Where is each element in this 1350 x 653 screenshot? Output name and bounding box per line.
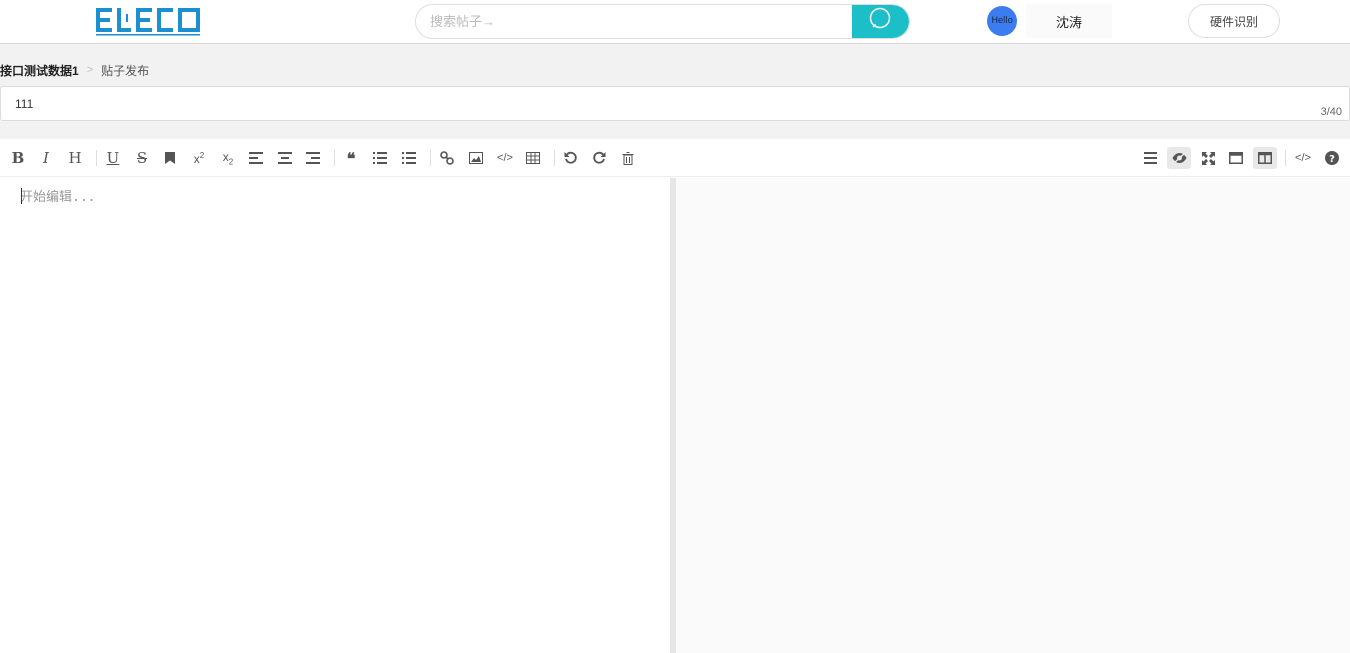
split-view-icon[interactable] [1253,147,1277,169]
quote-icon[interactable]: ❝ [339,147,363,169]
breadcrumb: 接口测试数据1 > 贴子发布 [0,62,149,78]
text-caret [21,188,22,204]
breadcrumb-current[interactable]: 接口测试数据1 [0,62,79,79]
table-icon[interactable] [521,147,545,169]
preview-pane [676,178,1350,653]
editor-input-pane [0,178,670,653]
search-button[interactable] [852,5,909,38]
link-icon[interactable] [435,147,459,169]
username[interactable]: 沈涛 [1026,4,1112,38]
strikethrough-icon[interactable]: S [130,147,154,169]
image-icon[interactable] [464,147,488,169]
ordered-list-icon[interactable] [368,147,392,169]
svg-text:?: ? [1329,154,1335,165]
title-char-counter: 3/40 [1320,106,1342,118]
post-title-box [0,86,1350,121]
top-header: Hello 沈涛 硬件识别 [0,0,1350,44]
align-center-icon[interactable] [273,147,297,169]
eleco-logo[interactable] [96,6,203,36]
hardware-recognition-button[interactable]: 硬件识别 [1188,4,1280,38]
search-bar [415,4,910,39]
underline-icon[interactable]: U [101,147,125,169]
read-mode-icon[interactable] [1224,147,1248,169]
avatar[interactable]: Hello [987,6,1017,36]
help-icon[interactable]: ? [1320,147,1344,169]
bold-icon[interactable]: B [6,147,30,169]
trash-icon[interactable] [616,147,640,169]
markdown-editor: B I H U S x2 x2 ❝ </> </> ? [0,139,1350,653]
redo-icon[interactable] [587,147,611,169]
html-code-icon[interactable]: </> [1291,147,1315,169]
align-right-icon[interactable] [301,147,325,169]
chevron-right-icon: > [86,64,94,76]
markdown-textarea[interactable] [20,186,660,646]
search-input[interactable] [430,5,850,38]
italic-icon[interactable]: I [34,147,58,169]
breadcrumb-item: 贴子发布 [101,63,150,78]
bookmark-icon[interactable] [158,147,182,169]
editor-toolbar: B I H U S x2 x2 ❝ </> </> ? [0,139,1350,177]
post-title-input[interactable] [15,87,1215,120]
fullscreen-icon[interactable] [1196,147,1220,169]
code-icon[interactable]: </> [493,147,517,169]
preview-toggle-icon[interactable] [1167,147,1191,169]
navigation-icon[interactable] [1138,147,1162,169]
unordered-list-icon[interactable] [397,147,421,169]
undo-icon[interactable] [559,147,583,169]
superscript-icon[interactable]: x2 [187,147,211,169]
subscript-icon[interactable]: x2 [216,147,240,169]
heading-icon[interactable]: H [63,147,87,169]
align-left-icon[interactable] [244,147,268,169]
search-icon [868,6,894,37]
